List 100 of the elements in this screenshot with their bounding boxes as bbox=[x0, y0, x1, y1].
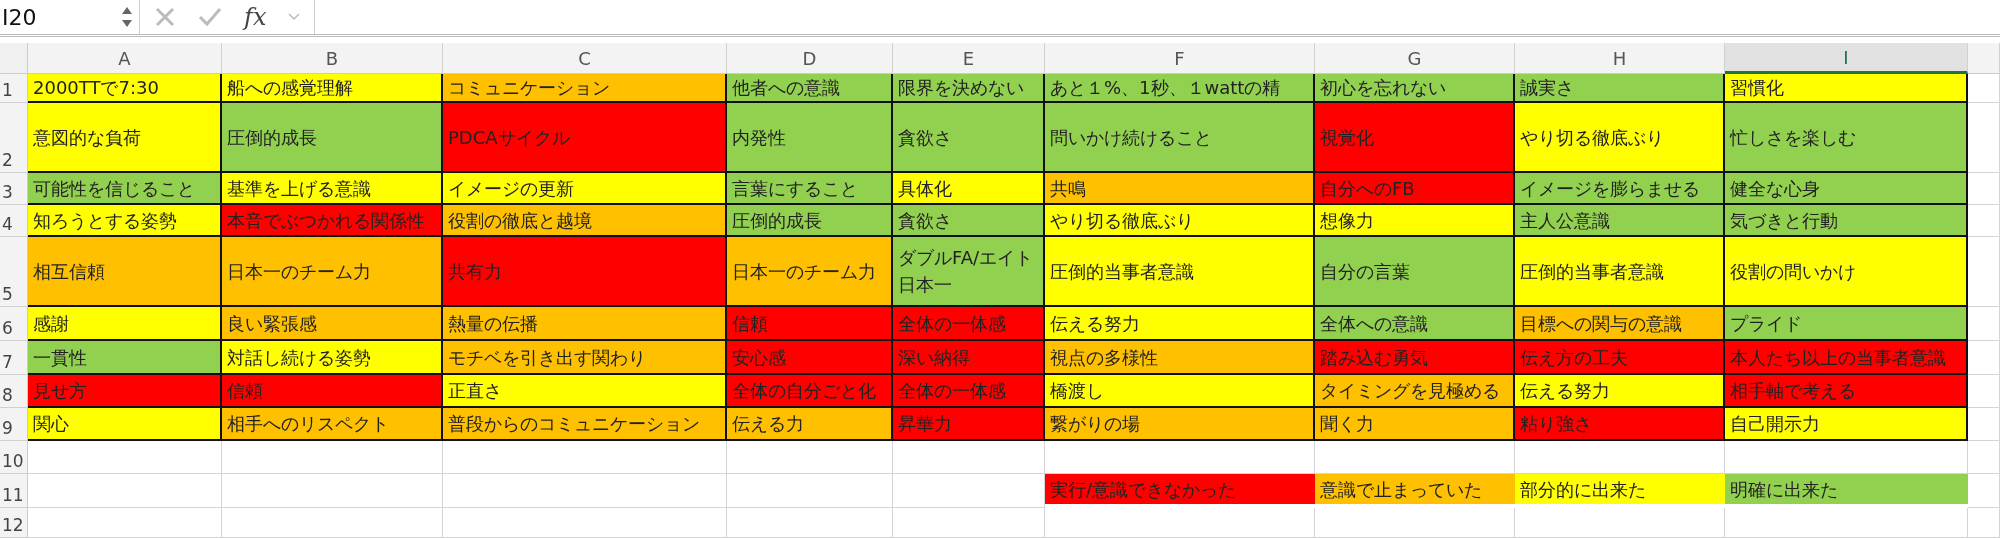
table-cell: 貪欲さ bbox=[893, 103, 1045, 173]
table-cell: 習慣化 bbox=[1725, 74, 1968, 103]
table-cell: 圧倒的当事者意識 bbox=[1515, 237, 1725, 307]
table-cell: 伝え方の工夫 bbox=[1515, 341, 1725, 375]
column-header[interactable]: H bbox=[1515, 43, 1725, 74]
table-cell: 日本一のチーム力 bbox=[727, 237, 893, 307]
column-header[interactable]: A bbox=[28, 43, 222, 74]
table-cell: 共鳴 bbox=[1045, 173, 1315, 205]
column-header[interactable]: C bbox=[443, 43, 727, 74]
table-cell: 正直さ bbox=[443, 375, 727, 408]
table-cell: タイミングを見極める bbox=[1315, 375, 1515, 408]
table-cell: 本音でぶつかれる関係性 bbox=[222, 205, 443, 237]
table-cell: 視点の多様性 bbox=[1045, 341, 1315, 375]
table-cell: 一貫性 bbox=[28, 341, 222, 375]
row-header[interactable]: 11 bbox=[0, 474, 28, 508]
select-all-corner[interactable] bbox=[0, 43, 28, 74]
column-header[interactable]: I bbox=[1725, 43, 1968, 74]
name-box[interactable]: I20 bbox=[0, 0, 140, 34]
table-cell: 信頼 bbox=[727, 307, 893, 341]
table-cell: 貪欲さ bbox=[893, 205, 1045, 237]
column-header[interactable]: D bbox=[727, 43, 893, 74]
table-cell: 誠実さ bbox=[1515, 74, 1725, 103]
column-header[interactable]: F bbox=[1045, 43, 1315, 74]
table-cell: 熱量の伝播 bbox=[443, 307, 727, 341]
table-cell: 対話し続ける姿勢 bbox=[222, 341, 443, 375]
table-cell: 自己開示力 bbox=[1725, 408, 1968, 441]
table-cell: 伝える努力 bbox=[1515, 375, 1725, 408]
row-header[interactable]: 2 bbox=[0, 103, 28, 173]
table-cell: 感謝 bbox=[28, 307, 222, 341]
row-header[interactable]: 4 bbox=[0, 205, 28, 237]
row-header[interactable]: 10 bbox=[0, 441, 28, 474]
table-cell: 主人公意識 bbox=[1515, 205, 1725, 237]
table-cell: 役割の問いかけ bbox=[1725, 237, 1968, 307]
table-cell: 全体の一体感 bbox=[893, 375, 1045, 408]
table-cell: 言葉にすること bbox=[727, 173, 893, 205]
table-cell: モチベを引き出す関わり bbox=[443, 341, 727, 375]
table-cell: 全体の自分ごと化 bbox=[727, 375, 893, 408]
table-cell: イメージの更新 bbox=[443, 173, 727, 205]
row-header[interactable]: 5 bbox=[0, 237, 28, 307]
table-cell: 共有力 bbox=[443, 237, 727, 307]
table-cell: 目標への関与の意識 bbox=[1515, 307, 1725, 341]
dropdown-arrows-icon bbox=[121, 5, 133, 29]
table-cell: 圧倒的成長 bbox=[222, 103, 443, 173]
table-cell: 初心を忘れない bbox=[1315, 74, 1515, 103]
table-cell: 踏み込む勇気 bbox=[1315, 341, 1515, 375]
table-cell: 信頼 bbox=[222, 375, 443, 408]
table-cell: やり切る徹底ぶり bbox=[1045, 205, 1315, 237]
table-cell: 全体の一体感 bbox=[893, 307, 1045, 341]
table-cell: 圧倒的成長 bbox=[727, 205, 893, 237]
table-cell: 深い納得 bbox=[893, 341, 1045, 375]
row-header[interactable]: 8 bbox=[0, 375, 28, 408]
table-cell: 2000TTで7:30 bbox=[28, 74, 222, 103]
table-cell: あと１%、1秒、１wattの精 bbox=[1045, 74, 1315, 103]
table-cell: 船への感覚理解 bbox=[222, 74, 443, 103]
table-cell: 相互信頼 bbox=[28, 237, 222, 307]
table-cell: コミュニケーション bbox=[443, 74, 727, 103]
table-cell: 聞く力 bbox=[1315, 408, 1515, 441]
column-header[interactable]: B bbox=[222, 43, 443, 74]
table-cell: PDCAサイクル bbox=[443, 103, 727, 173]
table-cell: 日本一のチーム力 bbox=[222, 237, 443, 307]
table-cell: 普段からのコミュニケーション bbox=[443, 408, 727, 441]
table-cell: 圧倒的当事者意識 bbox=[1045, 237, 1315, 307]
insert-function-button[interactable]: fx bbox=[244, 3, 267, 31]
table-cell: 良い緊張感 bbox=[222, 307, 443, 341]
table-cell: 基準を上げる意識 bbox=[222, 173, 443, 205]
table-cell: 自分の言葉 bbox=[1315, 237, 1515, 307]
table-cell: イメージを膨らませる bbox=[1515, 173, 1725, 205]
row-header[interactable]: 3 bbox=[0, 173, 28, 205]
table-cell: 意図的な負荷 bbox=[28, 103, 222, 173]
column-header[interactable]: G bbox=[1315, 43, 1515, 74]
table-cell: 他者への意識 bbox=[727, 74, 893, 103]
table-cell: 問いかけ続けること bbox=[1045, 103, 1315, 173]
column-header[interactable] bbox=[1968, 43, 2000, 74]
table-cell: やり切る徹底ぶり bbox=[1515, 103, 1725, 173]
table-cell: 粘り強さ bbox=[1515, 408, 1725, 441]
column-header[interactable]: E bbox=[893, 43, 1045, 74]
table-cell: ダブルFA/エイト日本一 bbox=[893, 237, 1045, 307]
table-cell: 相手軸で考える bbox=[1725, 375, 1968, 408]
table-cell: 具体化 bbox=[893, 173, 1045, 205]
chevron-icon[interactable] bbox=[288, 13, 301, 21]
table-cell: 自分へのFB bbox=[1315, 173, 1515, 205]
table-cell: 安心感 bbox=[727, 341, 893, 375]
table-cell: 相手へのリスペクト bbox=[222, 408, 443, 441]
check-icon[interactable] bbox=[198, 7, 222, 27]
table-cell: 健全な心身 bbox=[1725, 173, 1968, 205]
row-header[interactable]: 6 bbox=[0, 307, 28, 341]
row-header[interactable]: 7 bbox=[0, 341, 28, 375]
table-cell: 視覚化 bbox=[1315, 103, 1515, 173]
cancel-icon[interactable] bbox=[154, 6, 176, 28]
row-header[interactable]: 12 bbox=[0, 508, 28, 538]
table-cell: 橋渡し bbox=[1045, 375, 1315, 408]
table-cell: 昇華力 bbox=[893, 408, 1045, 441]
table-cell: 可能性を信じること bbox=[28, 173, 222, 205]
table-cell: 見せ方 bbox=[28, 375, 222, 408]
table-cell: 内発性 bbox=[727, 103, 893, 173]
row-header[interactable]: 1 bbox=[0, 74, 28, 103]
table-cell: 役割の徹底と越境 bbox=[443, 205, 727, 237]
row-header[interactable]: 9 bbox=[0, 408, 28, 441]
table-cell: 伝える努力 bbox=[1045, 307, 1315, 341]
table-cell: 繋がりの場 bbox=[1045, 408, 1315, 441]
